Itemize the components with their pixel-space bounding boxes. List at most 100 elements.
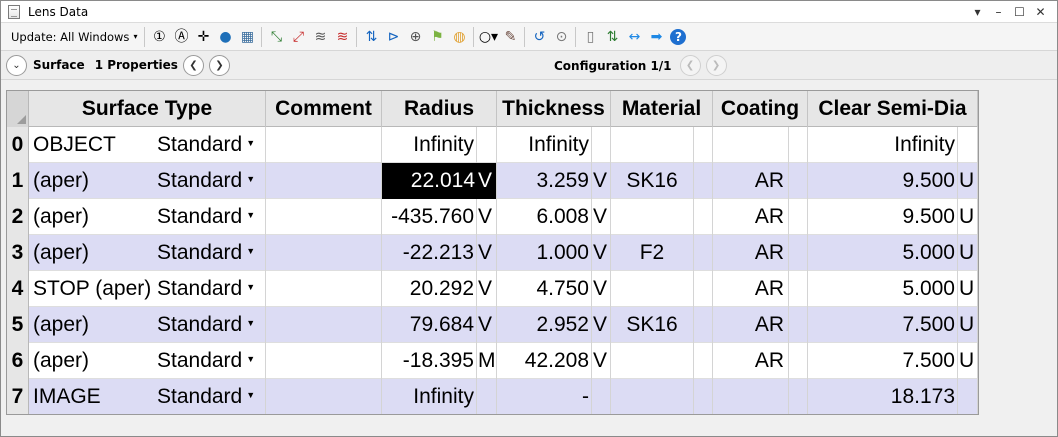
clear-semi-dia-cell[interactable]: 7.500	[808, 343, 958, 379]
table-row[interactable]: 4 STOP (aper) 20.292 V 4.750 V AR 5.000 U Standar…	[7, 271, 978, 307]
clear-semi-dia-solve-cell[interactable]: U	[958, 163, 978, 199]
thickness-solve-cell[interactable]	[592, 379, 611, 414]
comment-cell[interactable]	[266, 271, 382, 307]
material-solve-cell[interactable]	[694, 127, 713, 163]
next-config-button[interactable]: ❯	[705, 55, 727, 76]
material-cell[interactable]	[611, 127, 694, 163]
thickness-solve-cell[interactable]: V	[592, 271, 611, 307]
globe-button[interactable]: ●	[215, 27, 235, 47]
coating-solve-cell[interactable]	[789, 271, 808, 307]
row-number[interactable]: 2	[7, 199, 29, 235]
surface-name-cell[interactable]: (aper)	[29, 163, 153, 199]
coating-solve-cell[interactable]	[789, 127, 808, 163]
row-number[interactable]: 4	[7, 271, 29, 307]
coating-cell[interactable]: AR	[713, 199, 789, 235]
dropdown-arrow-icon[interactable]: ▼	[246, 246, 255, 256]
table-row[interactable]: 6 (aper) -18.395 M 42.208 V AR 7.500 U Standard ▼	[7, 343, 978, 379]
header-clear-semi-dia[interactable]: Clear Semi-Dia	[808, 91, 978, 127]
material-cell[interactable]: F2	[611, 235, 694, 271]
clear-semi-dia-cell[interactable]: 9.500	[808, 163, 958, 199]
previous-config-button[interactable]: ❮	[679, 55, 701, 76]
surface-name-cell[interactable]: IMAGE	[29, 379, 153, 414]
coating-solve-cell[interactable]	[789, 379, 808, 414]
coating-solve-cell[interactable]	[789, 199, 808, 235]
row-number[interactable]: 6	[7, 343, 29, 379]
surface-type-dropdown[interactable]: Standard ▼	[157, 199, 266, 235]
dropdown-arrow-icon[interactable]: ▼	[246, 354, 255, 364]
comment-cell[interactable]	[266, 343, 382, 379]
table-row[interactable]: 2 (aper) -435.760 V 6.008 V AR 9.500 U Standard ▼	[7, 199, 978, 235]
swap-button[interactable]: ⇅	[602, 27, 622, 47]
surface-type-dropdown[interactable]: Standard ▼	[157, 343, 266, 379]
flag-button[interactable]: ⚑	[427, 27, 447, 47]
surface-name-cell[interactable]: OBJECT	[29, 127, 153, 163]
surface-type-dropdown[interactable]: Standard ▼	[157, 127, 266, 163]
coating-cell[interactable]	[713, 379, 789, 414]
dropdown-arrow-icon[interactable]: ▼	[246, 390, 255, 400]
material-cell[interactable]	[611, 379, 694, 414]
surface-expand-button[interactable]: ⌄	[6, 54, 27, 76]
surface-name-cell[interactable]: (aper)	[29, 343, 153, 379]
clear-semi-dia-solve-cell[interactable]: U	[958, 307, 978, 343]
grid-corner[interactable]	[7, 91, 29, 127]
table-row[interactable]: 5 (aper) 79.684 V 2.952 V SK16 AR 7.500 U Standard…	[7, 307, 978, 343]
material-cell[interactable]	[611, 343, 694, 379]
clear-semi-dia-cell[interactable]: 18.173	[808, 379, 958, 414]
element-button[interactable]: ⊕	[405, 27, 425, 47]
clear-semi-dia-cell[interactable]: 5.000	[808, 271, 958, 307]
dropdown-arrow-icon[interactable]: ▼	[246, 318, 255, 328]
arrow-right-button[interactable]: ➡	[646, 27, 666, 47]
table-row[interactable]: 3 (aper) -22.213 V 1.000 V F2 AR 5.000 U Standard ▼	[7, 235, 978, 271]
undo-arrow-button[interactable]: ↺	[529, 27, 549, 47]
fold-mirror-button[interactable]: ⊳	[383, 27, 403, 47]
surface-type-dropdown[interactable]: Standard ▼	[157, 235, 266, 271]
clear-semi-dia-solve-cell[interactable]	[958, 127, 978, 163]
row-number[interactable]: 3	[7, 235, 29, 271]
row-number[interactable]: 7	[7, 379, 29, 414]
comment-cell[interactable]	[266, 163, 382, 199]
next-surface-button[interactable]: ❯	[208, 54, 230, 76]
remove-layers-button[interactable]: ≋	[332, 27, 352, 47]
radius-cell[interactable]: Infinity	[382, 127, 477, 163]
coating-solve-cell[interactable]	[789, 235, 808, 271]
coating-cell[interactable]: AR	[713, 307, 789, 343]
dropdown-arrow-icon[interactable]: ▼	[246, 138, 255, 148]
surface-name-cell[interactable]: (aper)	[29, 307, 153, 343]
surface-name-cell[interactable]: (aper)	[29, 199, 153, 235]
radius-solve-cell[interactable]	[477, 379, 497, 414]
thickness-cell[interactable]: 2.952	[497, 307, 592, 343]
clear-semi-dia-cell[interactable]: 9.500	[808, 199, 958, 235]
material-solve-cell[interactable]	[694, 379, 713, 414]
radius-cell[interactable]: -435.760	[382, 199, 477, 235]
radius-solve-cell[interactable]: V	[477, 199, 497, 235]
clear-semi-dia-cell[interactable]: Infinity	[808, 127, 958, 163]
header-surface-type[interactable]: Surface Type	[29, 91, 266, 127]
thickness-cell[interactable]: 1.000	[497, 235, 592, 271]
clear-semi-dia-solve-cell[interactable]: U	[958, 199, 978, 235]
tilt-decenter-button[interactable]: ⇅	[361, 27, 381, 47]
coating-cell[interactable]: AR	[713, 163, 789, 199]
radius-solve-cell[interactable]	[477, 127, 497, 163]
thickness-cell[interactable]: 42.208	[497, 343, 592, 379]
row-number[interactable]: 1	[7, 163, 29, 199]
coating-cell[interactable]: AR	[713, 343, 789, 379]
thickness-solve-cell[interactable]	[592, 127, 611, 163]
table-row[interactable]: 7 IMAGE Infinity - 18.173 Standard ▼	[7, 379, 978, 414]
add-crosshair-button[interactable]: ✛	[193, 27, 213, 47]
material-cell[interactable]: SK16	[611, 163, 694, 199]
material-solve-cell[interactable]	[694, 199, 713, 235]
clear-semi-dia-solve-cell[interactable]: U	[958, 235, 978, 271]
maximize-button[interactable]: ☐	[1009, 5, 1030, 19]
surface-name-cell[interactable]: (aper)	[29, 235, 153, 271]
catalog-button[interactable]: ▦	[237, 27, 257, 47]
material-cell[interactable]	[611, 271, 694, 307]
clear-semi-dia-solve-cell[interactable]: U	[958, 271, 978, 307]
surface-type-dropdown[interactable]: Standard ▼	[157, 379, 266, 414]
header-coating[interactable]: Coating	[713, 91, 808, 127]
update-windows-dropdown[interactable]: Update: All Windows ▾	[7, 28, 141, 46]
thickness-solve-cell[interactable]: V	[592, 163, 611, 199]
close-button[interactable]: ✕	[1030, 5, 1051, 19]
previous-surface-button[interactable]: ❮	[182, 54, 204, 76]
row-number[interactable]: 5	[7, 307, 29, 343]
coating-solve-cell[interactable]	[789, 343, 808, 379]
